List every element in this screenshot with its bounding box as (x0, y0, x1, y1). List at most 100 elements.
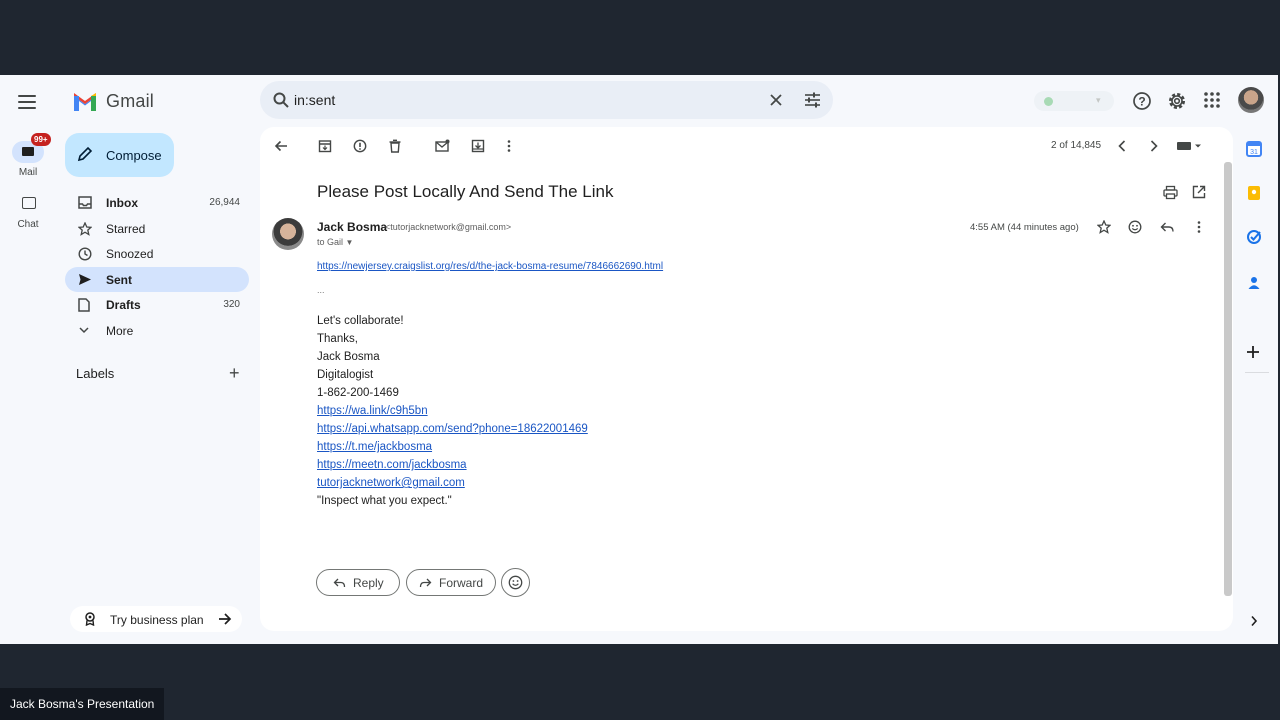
nav-item-sent[interactable]: Sent (65, 267, 249, 292)
email-subject: Please Post Locally And Send The Link (317, 182, 614, 201)
gmail-window: 99+ Mail Chat Gmail in:sent ▾ ? Compose … (0, 75, 1278, 644)
try-business-plan-label: Try business plan (110, 613, 204, 627)
search-bar[interactable] (260, 81, 833, 119)
search-input[interactable] (294, 92, 714, 108)
presenter-caption: Jack Bosma's Presentation (0, 688, 165, 720)
star-icon[interactable] (1097, 220, 1111, 234)
email-view: 2 of 14,845 Please Post Locally And Send… (260, 127, 1233, 631)
account-avatar[interactable] (1238, 87, 1264, 113)
emoji-reaction-icon[interactable] (1128, 220, 1142, 234)
expand-panel-chevron-icon[interactable] (1250, 615, 1258, 627)
sender-avatar[interactable] (272, 218, 304, 250)
back-arrow-icon[interactable] (274, 139, 288, 153)
body-link[interactable]: https://wa.link/c9h5bn (317, 405, 428, 417)
open-new-window-icon[interactable] (1192, 185, 1206, 199)
badge-icon (85, 612, 95, 626)
reply-label: Reply (353, 576, 384, 590)
recipient-text: to Gail (317, 237, 344, 247)
sender-email: <tutorjacknetwork@gmail.com> (385, 222, 512, 232)
nav-label: Inbox (106, 196, 138, 210)
reply-icon[interactable] (1160, 220, 1174, 234)
nav-label: Sent (106, 273, 133, 287)
search-icon[interactable] (272, 91, 290, 109)
more-vert-icon[interactable] (506, 139, 512, 153)
status-indicator[interactable]: ▾ (1034, 91, 1114, 111)
app-rail: 99+ Mail Chat (0, 75, 55, 644)
nav-item-snoozed[interactable]: Snoozed (65, 241, 249, 266)
body-line: Digitalogist (317, 369, 374, 381)
settings-gear-icon[interactable] (1167, 91, 1187, 111)
older-chevron-right-icon[interactable] (1149, 139, 1159, 153)
craigslist-link[interactable]: https://newjersey.craigslist.org/res/d/t… (317, 261, 663, 272)
contacts-icon[interactable] (1246, 275, 1262, 291)
nav-item-drafts[interactable]: Drafts 320 (65, 292, 249, 317)
body-line: Let's collaborate! (317, 315, 404, 327)
body-link[interactable]: https://api.whatsapp.com/send?phone=1862… (317, 423, 588, 435)
chevron-down-icon: ▾ (1096, 95, 1101, 105)
mail-icon: 99+ (12, 133, 51, 163)
newer-chevron-left-icon[interactable] (1117, 139, 1127, 153)
apps-grid-icon[interactable] (1203, 91, 1221, 109)
sender-name[interactable]: Jack Bosma (317, 220, 387, 234)
add-addon-plus-icon[interactable] (1246, 345, 1260, 359)
add-label-icon[interactable]: + (229, 364, 240, 382)
compose-button[interactable]: Compose (65, 133, 174, 177)
tasks-icon[interactable] (1246, 229, 1262, 245)
body-link[interactable]: https://meetn.com/jackbosma (317, 459, 467, 471)
body-line: Jack Bosma (317, 351, 380, 363)
gmail-m-icon (74, 93, 96, 111)
draft-icon (78, 298, 90, 312)
body-link[interactable]: tutorjacknetwork@gmail.com (317, 477, 465, 489)
reply-icon (333, 578, 346, 588)
chevron-down-icon (79, 327, 89, 334)
report-spam-icon[interactable] (353, 139, 367, 153)
nav-item-starred[interactable]: Starred (65, 216, 249, 241)
star-icon (78, 222, 92, 236)
clock-icon (78, 247, 92, 261)
svg-text:31: 31 (1250, 149, 1258, 156)
search-options-icon[interactable] (804, 92, 821, 108)
status-dot-icon (1044, 97, 1053, 106)
side-panel: 31 (1236, 127, 1278, 644)
mark-unread-icon[interactable] (435, 139, 450, 152)
calendar-icon[interactable]: 31 (1246, 141, 1262, 157)
rail-chat[interactable]: Chat (6, 193, 50, 230)
input-tools-keyboard-icon[interactable] (1176, 139, 1202, 153)
pagination-count: 2 of 14,845 (1051, 140, 1102, 151)
side-divider (1245, 372, 1269, 373)
reply-button[interactable]: Reply (316, 569, 400, 596)
trimmed-content-toggle[interactable]: ... (317, 285, 325, 295)
hamburger-menu-icon[interactable] (18, 95, 36, 109)
inbox-icon (78, 196, 92, 209)
gmail-logo[interactable]: Gmail (72, 89, 154, 113)
body-line: Thanks, (317, 333, 358, 345)
keep-icon[interactable] (1246, 185, 1262, 201)
app-name: Gmail (106, 90, 155, 111)
recipient-line[interactable]: to Gail ▼ (317, 237, 353, 247)
more-vert-icon[interactable] (1196, 220, 1202, 234)
print-icon[interactable] (1163, 185, 1178, 200)
send-icon (79, 274, 91, 285)
draft-count: 320 (223, 299, 240, 310)
nav-label: More (106, 324, 134, 338)
snooze-move-icon[interactable] (471, 139, 485, 153)
forward-button[interactable]: Forward (406, 569, 496, 596)
clear-search-icon[interactable] (768, 92, 784, 108)
unread-count: 26,944 (209, 197, 240, 208)
svg-text:?: ? (1138, 95, 1145, 109)
try-business-plan-button[interactable]: Try business plan (70, 606, 242, 632)
delete-trash-icon[interactable] (388, 139, 402, 153)
scrollbar[interactable] (1224, 162, 1232, 596)
rail-mail[interactable]: 99+ Mail (6, 133, 51, 178)
archive-icon[interactable] (318, 139, 332, 153)
nav-label: Drafts (106, 298, 141, 312)
nav-item-more[interactable]: More (65, 318, 249, 343)
help-icon[interactable]: ? (1132, 91, 1152, 111)
compose-label: Compose (106, 148, 162, 163)
body-link[interactable]: https://t.me/jackbosma (317, 441, 432, 453)
emoji-react-button[interactable] (501, 568, 530, 597)
body-line: 1-862-200-1469 (317, 387, 399, 399)
nav-item-inbox[interactable]: Inbox 26,944 (65, 190, 249, 215)
nav-label: Starred (106, 222, 146, 236)
forward-icon (419, 578, 432, 588)
